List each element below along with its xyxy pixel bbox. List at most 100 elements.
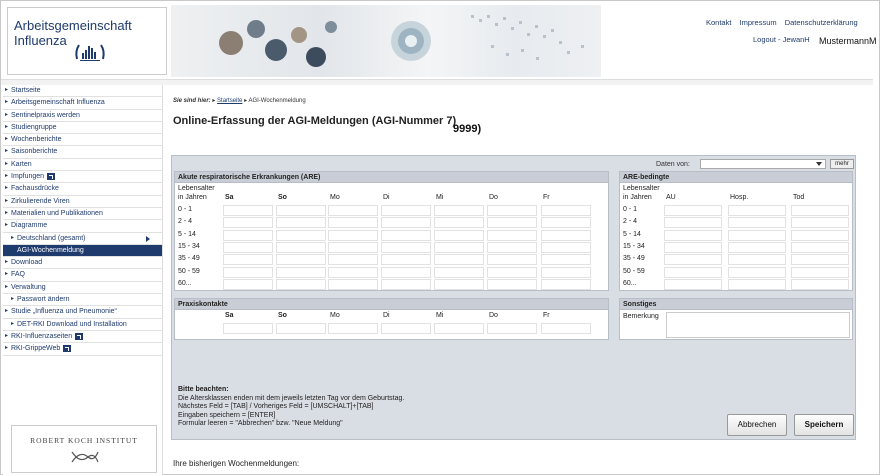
are-count-input[interactable]: [276, 241, 326, 253]
are-count-input[interactable]: [381, 229, 431, 241]
are-count-input[interactable]: [541, 278, 591, 290]
praxiskontakte-input[interactable]: [276, 323, 326, 334]
are-count-input[interactable]: [381, 266, 431, 278]
sidebar-item[interactable]: ▸ Diagramme: [3, 220, 162, 233]
sidebar-item[interactable]: ▸ Startseite: [3, 85, 162, 98]
are-bedingt-input[interactable]: [664, 217, 722, 229]
are-count-input[interactable]: [541, 266, 591, 278]
praxiskontakte-input[interactable]: [381, 323, 431, 334]
sidebar-item[interactable]: ▸ Sentinelpraxis werden: [3, 110, 162, 122]
are-bedingt-input[interactable]: [791, 205, 849, 216]
are-count-input[interactable]: [328, 266, 378, 278]
link-impressum[interactable]: Impressum: [740, 18, 777, 27]
are-bedingt-input[interactable]: [791, 278, 849, 290]
sidebar-item[interactable]: ▸ Arbeitsgemeinschaft Influenza: [3, 97, 162, 110]
agi-logo[interactable]: Arbeitsgemeinschaft Influenza: [7, 7, 167, 75]
are-count-input[interactable]: [541, 254, 591, 266]
are-count-input[interactable]: [434, 241, 484, 253]
are-bedingt-input[interactable]: [728, 278, 786, 290]
are-count-input[interactable]: [223, 278, 273, 290]
are-count-input[interactable]: [276, 217, 326, 229]
praxiskontakte-input[interactable]: [541, 323, 591, 334]
are-count-input[interactable]: [223, 205, 273, 216]
praxiskontakte-input[interactable]: [434, 323, 484, 334]
are-bedingt-input[interactable]: [664, 229, 722, 241]
are-bedingt-input[interactable]: [664, 205, 722, 216]
breadcrumb-home-link[interactable]: Startseite: [217, 98, 242, 104]
are-count-input[interactable]: [487, 229, 537, 241]
are-count-input[interactable]: [381, 205, 431, 216]
are-count-input[interactable]: [276, 278, 326, 290]
sidebar-item[interactable]: ▸ RKI-Influenzaseiten: [3, 331, 162, 344]
are-count-input[interactable]: [381, 217, 431, 229]
are-count-input[interactable]: [223, 217, 273, 229]
are-count-input[interactable]: [328, 241, 378, 253]
sidebar-item[interactable]: ▸ Passwort ändern: [3, 294, 162, 307]
sidebar-item[interactable]: ▸AGI-Wochenmeldung: [3, 244, 162, 258]
are-count-input[interactable]: [541, 217, 591, 229]
are-count-input[interactable]: [328, 254, 378, 266]
are-bedingt-input[interactable]: [728, 229, 786, 241]
sidebar-item[interactable]: ▸ Saisonberichte: [3, 146, 162, 159]
sidebar-item[interactable]: ▸ Materialien und Publikationen: [3, 208, 162, 221]
mehr-button[interactable]: mehr: [830, 159, 854, 169]
sidebar-item[interactable]: ▸ Karten: [3, 159, 162, 172]
cancel-button[interactable]: Abbrechen: [727, 414, 787, 436]
are-bedingt-input[interactable]: [728, 254, 786, 266]
are-count-input[interactable]: [434, 266, 484, 278]
sidebar-item[interactable]: ▸ Studie „Influenza und Pneumonie“: [3, 306, 162, 319]
are-bedingt-input[interactable]: [791, 241, 849, 253]
sidebar-item[interactable]: ▸ Wochenberichte: [3, 134, 162, 147]
are-count-input[interactable]: [434, 205, 484, 216]
are-count-input[interactable]: [487, 254, 537, 266]
are-count-input[interactable]: [381, 241, 431, 253]
praxiskontakte-input[interactable]: [487, 323, 537, 334]
are-count-input[interactable]: [434, 217, 484, 229]
are-bedingt-input[interactable]: [664, 266, 722, 278]
sidebar-item[interactable]: ▸ FAQ: [3, 269, 162, 282]
are-count-input[interactable]: [487, 217, 537, 229]
are-count-input[interactable]: [541, 241, 591, 253]
are-count-input[interactable]: [328, 217, 378, 229]
sidebar-item[interactable]: ▸ DET-RKI Download und Installation: [3, 319, 162, 331]
are-count-input[interactable]: [381, 278, 431, 290]
link-kontakt[interactable]: Kontakt: [706, 18, 731, 27]
praxiskontakte-input[interactable]: [223, 323, 273, 334]
are-count-input[interactable]: [328, 278, 378, 290]
are-count-input[interactable]: [381, 254, 431, 266]
sidebar-item[interactable]: ▸ Impfungen: [3, 171, 162, 184]
sidebar-item[interactable]: ▸ Deutschland (gesamt): [3, 233, 162, 245]
sidebar-item[interactable]: ▸ Download: [3, 257, 162, 270]
are-bedingt-input[interactable]: [728, 205, 786, 216]
are-count-input[interactable]: [328, 205, 378, 216]
are-count-input[interactable]: [223, 241, 273, 253]
are-bedingt-input[interactable]: [664, 278, 722, 290]
are-count-input[interactable]: [487, 205, 537, 216]
are-bedingt-input[interactable]: [791, 266, 849, 278]
are-bedingt-input[interactable]: [791, 229, 849, 241]
save-button[interactable]: Speichern: [794, 414, 854, 436]
bemerkung-textarea[interactable]: [666, 312, 850, 338]
are-count-input[interactable]: [487, 241, 537, 253]
sidebar-item[interactable]: ▸ Fachausdrücke: [3, 183, 162, 196]
are-bedingt-input[interactable]: [791, 217, 849, 229]
link-datenschutz[interactable]: Datenschutzerklärung: [785, 18, 858, 27]
are-count-input[interactable]: [487, 266, 537, 278]
are-bedingt-input[interactable]: [728, 217, 786, 229]
praxiskontakte-input[interactable]: [328, 323, 378, 334]
are-count-input[interactable]: [223, 266, 273, 278]
are-count-input[interactable]: [276, 266, 326, 278]
are-count-input[interactable]: [276, 229, 326, 241]
are-bedingt-input[interactable]: [728, 266, 786, 278]
are-count-input[interactable]: [541, 229, 591, 241]
sidebar-item[interactable]: ▸ Zirkulierende Viren: [3, 196, 162, 208]
are-count-input[interactable]: [487, 278, 537, 290]
logout-link[interactable]: Logout - JewanH: [753, 35, 810, 44]
are-bedingt-input[interactable]: [728, 241, 786, 253]
are-count-input[interactable]: [434, 229, 484, 241]
are-count-input[interactable]: [223, 229, 273, 241]
are-bedingt-input[interactable]: [791, 254, 849, 266]
are-bedingt-input[interactable]: [664, 254, 722, 266]
sidebar-item[interactable]: ▸ Studiengruppe: [3, 122, 162, 135]
are-count-input[interactable]: [434, 254, 484, 266]
